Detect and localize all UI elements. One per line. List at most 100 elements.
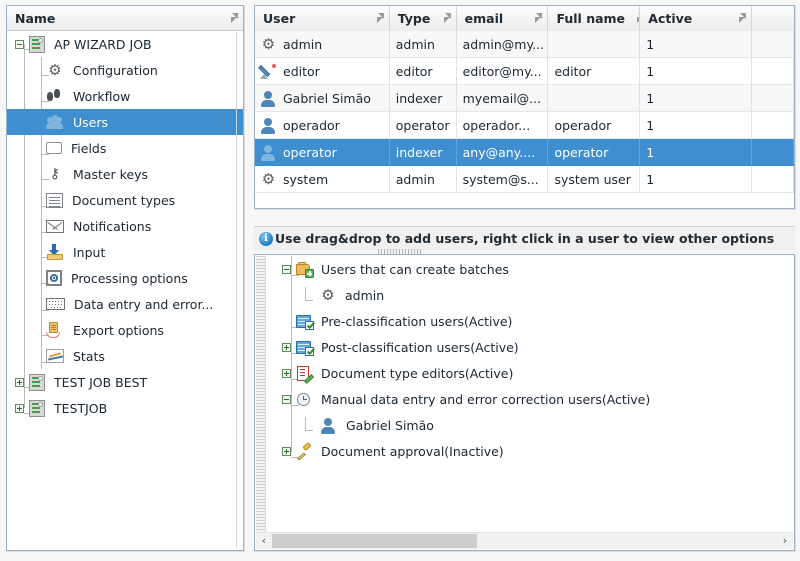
tree-item-ap-wizard-job[interactable]: AP WIZARD JOB <box>7 31 243 57</box>
roles-tree-item-label: Manual data entry and error correction u… <box>321 391 651 407</box>
sort-icon[interactable] <box>438 13 451 24</box>
tree-item-master-keys[interactable]: ⚷ Master keys <box>7 161 243 187</box>
cell-user-text: operator <box>283 144 337 160</box>
column-header-user[interactable]: User <box>255 6 390 31</box>
cell-email: admin@my... <box>457 31 549 57</box>
cell-user: Gabriel Simão <box>255 85 390 111</box>
tree-item-label: Configuration <box>73 62 158 78</box>
left-panel-splitter[interactable] <box>236 32 237 548</box>
expand-icon[interactable] <box>282 342 291 352</box>
gears-icon: ⚙ <box>261 169 276 188</box>
cell-email-text: editor@my... <box>462 63 542 79</box>
sort-icon[interactable] <box>225 12 238 24</box>
cell-user: editor <box>255 58 390 84</box>
tree-item-test-job-best[interactable]: TEST JOB BEST <box>7 369 243 395</box>
cell-email: any@any.... <box>457 139 549 165</box>
scroll-left-arrow[interactable]: ‹ <box>256 533 272 549</box>
column-header-email[interactable]: email <box>457 6 549 31</box>
users-table-panel: User Type email Full name Active ⚙ admin admin… <box>254 5 795 209</box>
cell-user-text: editor <box>283 63 320 79</box>
tree-item-testjob[interactable]: TESTJOB <box>7 395 243 421</box>
stats-chart-icon <box>46 349 64 363</box>
tree-item-processing-options[interactable]: Processing options <box>7 265 243 291</box>
table-row[interactable]: ⚙ system admin system@s... system user 1 <box>255 166 794 193</box>
roles-tree-item[interactable]: ⚙ admin <box>269 282 793 308</box>
server-icon <box>29 399 45 417</box>
sort-icon[interactable] <box>371 13 384 24</box>
cell-type-text: admin <box>395 36 435 52</box>
table-row[interactable]: Gabriel Simão indexer myemail@... 1 <box>255 85 794 112</box>
cell-active-text: 1 <box>646 63 655 79</box>
tree-item-label: Users <box>73 114 109 130</box>
roles-tree-elbow <box>305 429 313 431</box>
cell-email: myemail@... <box>457 85 549 111</box>
users-table-body[interactable]: ⚙ admin admin admin@my... 1 editor editor edito… <box>255 31 794 208</box>
cell-user-text: Gabriel Simão <box>283 90 371 106</box>
roles-tree-elbow <box>305 300 313 301</box>
tree-item-fields[interactable]: Fields <box>7 135 243 161</box>
collapse-icon[interactable] <box>15 39 24 49</box>
collapse-icon[interactable] <box>282 394 291 404</box>
tree-item-notifications[interactable]: Notifications <box>7 213 243 239</box>
document-types-icon <box>46 192 63 208</box>
export-icon <box>46 322 64 338</box>
tree-item-stats[interactable]: Stats <box>7 343 243 369</box>
cell-active: 1 <box>640 112 753 138</box>
tree-item-users[interactable]: Users <box>7 109 243 135</box>
table-row[interactable]: ⚙ admin admin admin@my... 1 <box>255 31 794 58</box>
collapse-icon[interactable] <box>282 264 291 274</box>
tree-item-label: AP WIZARD JOB <box>54 36 152 52</box>
tree-item-export-options[interactable]: Export options <box>7 317 243 343</box>
cell-type: editor <box>390 58 457 84</box>
roles-tree-item[interactable]: Gabriel Simão <box>269 412 793 438</box>
roles-tree-body[interactable]: Users that can create batches ⚙ admin Pre-c… <box>269 256 793 533</box>
roles-tree-item[interactable]: Post-classification users(Active) <box>269 334 793 360</box>
roles-tree-item[interactable]: Document type editors(Active) <box>269 360 793 386</box>
pencil-icon <box>258 63 278 80</box>
tree-item-data-entry-and-error[interactable]: Data entry and error... <box>7 291 243 317</box>
job-tree-body[interactable]: AP WIZARD JOB ⚙ Configuration Workflow Users… <box>7 31 243 550</box>
cell-email-text: system@s... <box>462 171 539 187</box>
expand-icon[interactable] <box>282 368 291 378</box>
server-icon <box>29 373 45 391</box>
input-tray-icon <box>46 244 64 260</box>
expand-icon[interactable] <box>15 403 24 413</box>
info-bar-message: Use drag&drop to add users, right click … <box>275 231 775 246</box>
tree-item-input[interactable]: Input <box>7 239 243 265</box>
cell-full-name <box>548 85 641 111</box>
sort-icon[interactable] <box>631 13 640 24</box>
roles-tree-resize-handle[interactable] <box>256 256 266 533</box>
roles-tree-item[interactable]: Pre-classification users(Active) <box>269 308 793 334</box>
column-header-name[interactable]: Name <box>7 6 243 30</box>
roles-tree-item[interactable]: Document approval(Inactive) <box>269 438 793 464</box>
tree-item-configuration[interactable]: ⚙ Configuration <box>7 57 243 83</box>
scroll-right-arrow[interactable]: › <box>777 533 793 549</box>
column-header-filler <box>752 6 794 31</box>
table-row[interactable]: operador operator operador... operador 1 <box>255 112 794 139</box>
table-row[interactable]: editor editor editor@my... editor 1 <box>255 58 794 85</box>
expand-icon[interactable] <box>282 446 291 456</box>
roles-tree-child-guide <box>305 416 306 430</box>
scrollbar-thumb[interactable] <box>272 534 477 548</box>
scrollbar-track[interactable] <box>272 534 777 548</box>
sort-icon[interactable] <box>529 13 543 24</box>
tree-item-workflow[interactable]: Workflow <box>7 83 243 109</box>
roles-tree-horizontal-scrollbar[interactable]: ‹ › <box>256 532 793 549</box>
table-row[interactable]: operator indexer any@any.... operator 1 <box>255 139 794 166</box>
column-header-type[interactable]: Type <box>390 6 457 31</box>
cell-email-text: any@any.... <box>462 144 536 160</box>
tree-item-document-types[interactable]: Document types <box>7 187 243 213</box>
tree-expander-spacer <box>32 66 41 75</box>
info-bar: i Use drag&drop to add users, right clic… <box>254 226 795 250</box>
tree-expander-spacer <box>32 118 41 127</box>
column-header-full-name[interactable]: Full name <box>548 6 641 31</box>
roles-tree-item[interactable]: Users that can create batches <box>269 256 793 282</box>
expand-icon[interactable] <box>15 377 24 387</box>
column-header-active[interactable]: Active <box>640 6 753 31</box>
sort-icon[interactable] <box>733 13 747 24</box>
roles-tree-item[interactable]: Manual data entry and error correction u… <box>269 386 793 412</box>
cell-type-text: operator <box>395 117 450 133</box>
tree-expander-spacer <box>32 144 41 153</box>
tree-expander-spacer <box>32 92 41 101</box>
cell-active-text: 1 <box>646 144 655 160</box>
